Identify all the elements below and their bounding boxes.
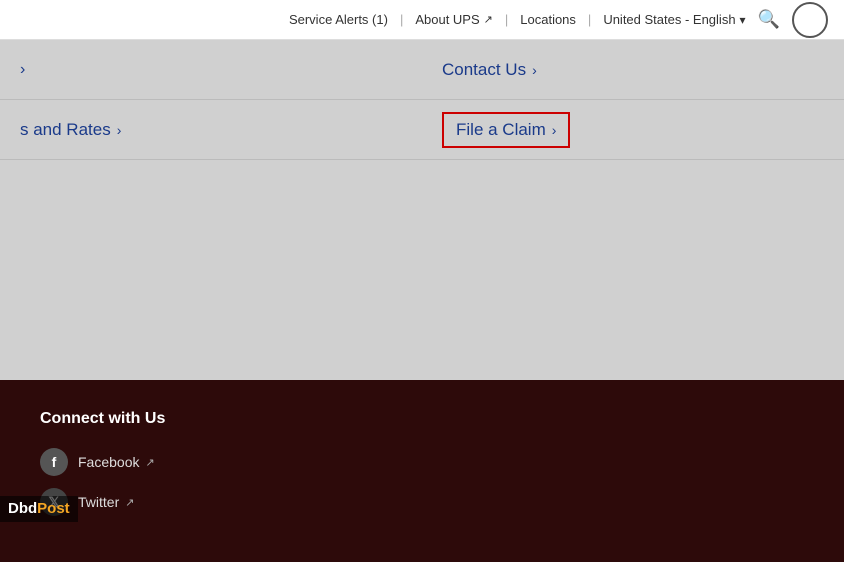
nav-locations[interactable]: Locations xyxy=(520,12,576,27)
nav-service-alerts[interactable]: Service Alerts (1) xyxy=(289,12,388,27)
nav-sep-2: | xyxy=(505,12,508,27)
external-link-icon: ↗ xyxy=(484,13,493,26)
user-avatar[interactable] xyxy=(792,2,828,38)
nav-sep-3: | xyxy=(588,12,591,27)
back-chevron-icon: › xyxy=(20,61,402,79)
search-icon: 🔍 xyxy=(758,9,780,30)
nav-language[interactable]: United States - English ▾ xyxy=(603,12,745,27)
file-a-claim-link[interactable]: File a Claim › xyxy=(442,112,570,148)
facebook-row: f Facebook ↗ xyxy=(40,448,804,476)
facebook-link[interactable]: Facebook ↗ xyxy=(78,454,155,470)
watermark: DbdPost xyxy=(0,496,78,522)
main-content-overlay: › Contact Us › s and Rates › File a Clai… xyxy=(0,40,844,380)
connect-with-us-title: Connect with Us xyxy=(40,410,804,428)
watermark-dbd: Dbd xyxy=(8,500,37,517)
rates-chevron-icon: › xyxy=(117,122,122,138)
twitter-row: 𝕏 Twitter ↗ xyxy=(40,488,804,516)
nav-sep-1: | xyxy=(400,12,403,27)
menu-spacer xyxy=(0,160,844,260)
facebook-external-icon: ↗ xyxy=(145,456,154,469)
menu-row-1-left: › xyxy=(20,61,402,79)
search-button[interactable]: 🔍 xyxy=(758,9,780,30)
top-navigation: Service Alerts (1) | About UPS ↗ | Locat… xyxy=(0,0,844,40)
contact-us-link[interactable]: Contact Us › xyxy=(442,60,537,80)
watermark-post: Post xyxy=(37,500,70,517)
facebook-icon: f xyxy=(40,448,68,476)
file-claim-chevron-icon: › xyxy=(552,122,557,138)
twitter-external-icon: ↗ xyxy=(125,496,134,509)
menu-row-2-left: s and Rates › xyxy=(20,120,402,140)
footer: Connect with Us f Facebook ↗ 𝕏 Twitter ↗ xyxy=(0,380,844,562)
contact-us-chevron-icon: › xyxy=(532,62,537,78)
menu-row-1-right: Contact Us › xyxy=(402,60,824,80)
menu-row-2-right: File a Claim › xyxy=(402,112,824,148)
twitter-link[interactable]: Twitter ↗ xyxy=(78,494,134,510)
nav-about-ups[interactable]: About UPS ↗ xyxy=(415,12,493,27)
menu-row-1: › Contact Us › xyxy=(0,40,844,100)
rates-link[interactable]: s and Rates › xyxy=(20,120,402,140)
chevron-down-icon: ▾ xyxy=(740,13,746,27)
menu-row-2: s and Rates › File a Claim › xyxy=(0,100,844,160)
